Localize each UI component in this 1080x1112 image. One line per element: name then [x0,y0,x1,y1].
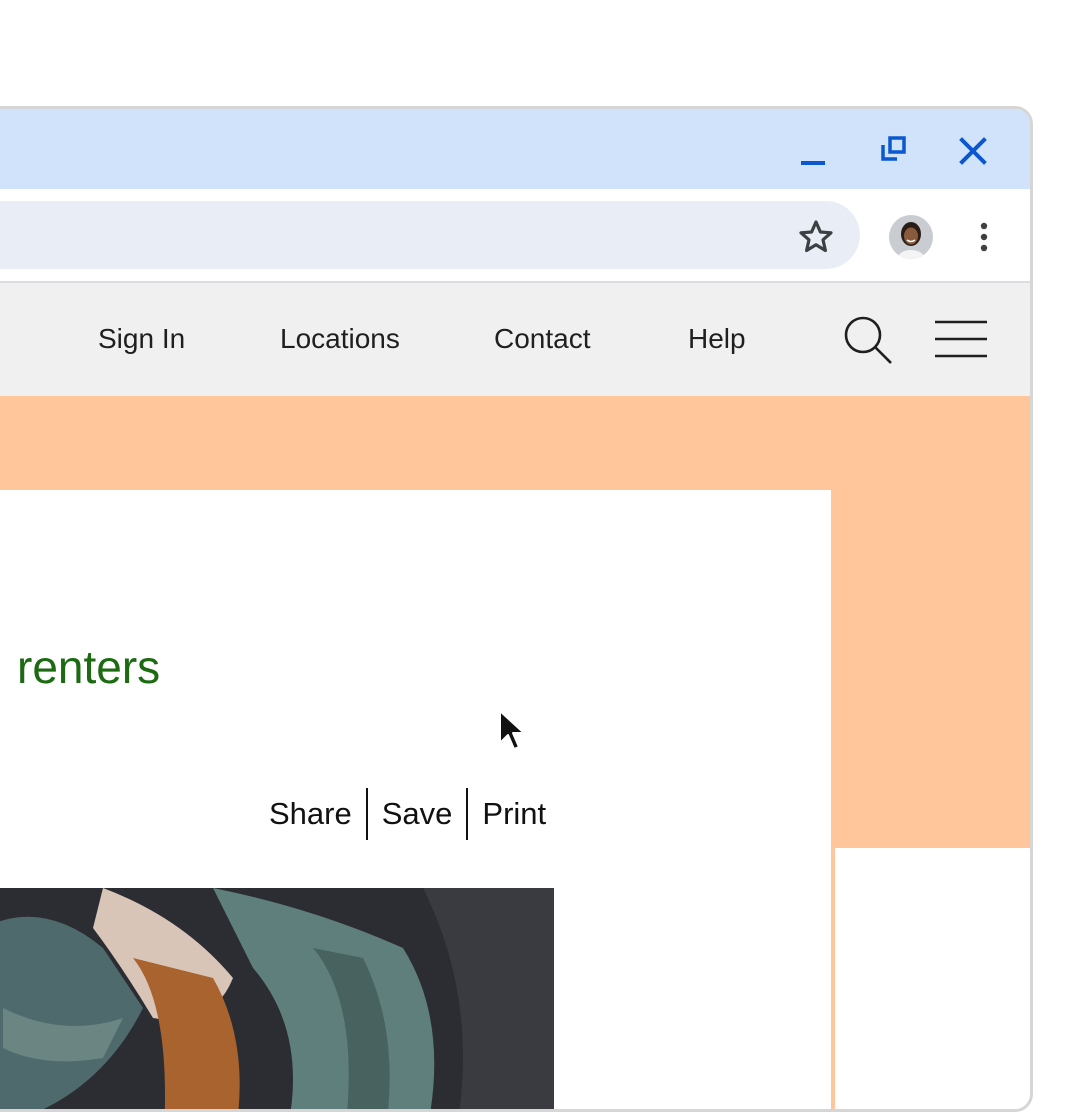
article-headline: renters [17,641,161,693]
restore-icon[interactable] [871,129,915,173]
star-icon[interactable] [796,217,836,257]
nav-locations[interactable]: Locations [280,323,400,355]
side-panel [835,848,1030,1109]
title-bar [0,109,1030,189]
nav-help[interactable]: Help [688,323,746,355]
save-button[interactable]: Save [368,788,467,840]
address-bar[interactable] [0,201,860,269]
share-button[interactable]: Share [269,788,366,840]
nav-contact[interactable]: Contact [494,323,591,355]
site-navigation: Sign In Locations Contact Help [0,283,1030,396]
browser-toolbar [0,189,1030,283]
article-photo [0,888,554,1109]
mouse-cursor-icon [497,709,531,757]
kebab-menu-icon[interactable] [969,217,999,257]
print-button[interactable]: Print [468,788,560,840]
article-actions: Share Save Print [269,788,560,840]
article-card: renters Share Save Print [0,490,831,1109]
nav-sign-in[interactable]: Sign In [98,323,185,355]
hamburger-icon[interactable] [933,319,989,359]
avatar[interactable] [889,215,933,259]
close-icon[interactable] [951,129,995,173]
search-icon[interactable] [841,313,897,369]
browser-window: Sign In Locations Contact Help renters S… [0,106,1033,1112]
minimize-icon[interactable] [791,129,835,173]
